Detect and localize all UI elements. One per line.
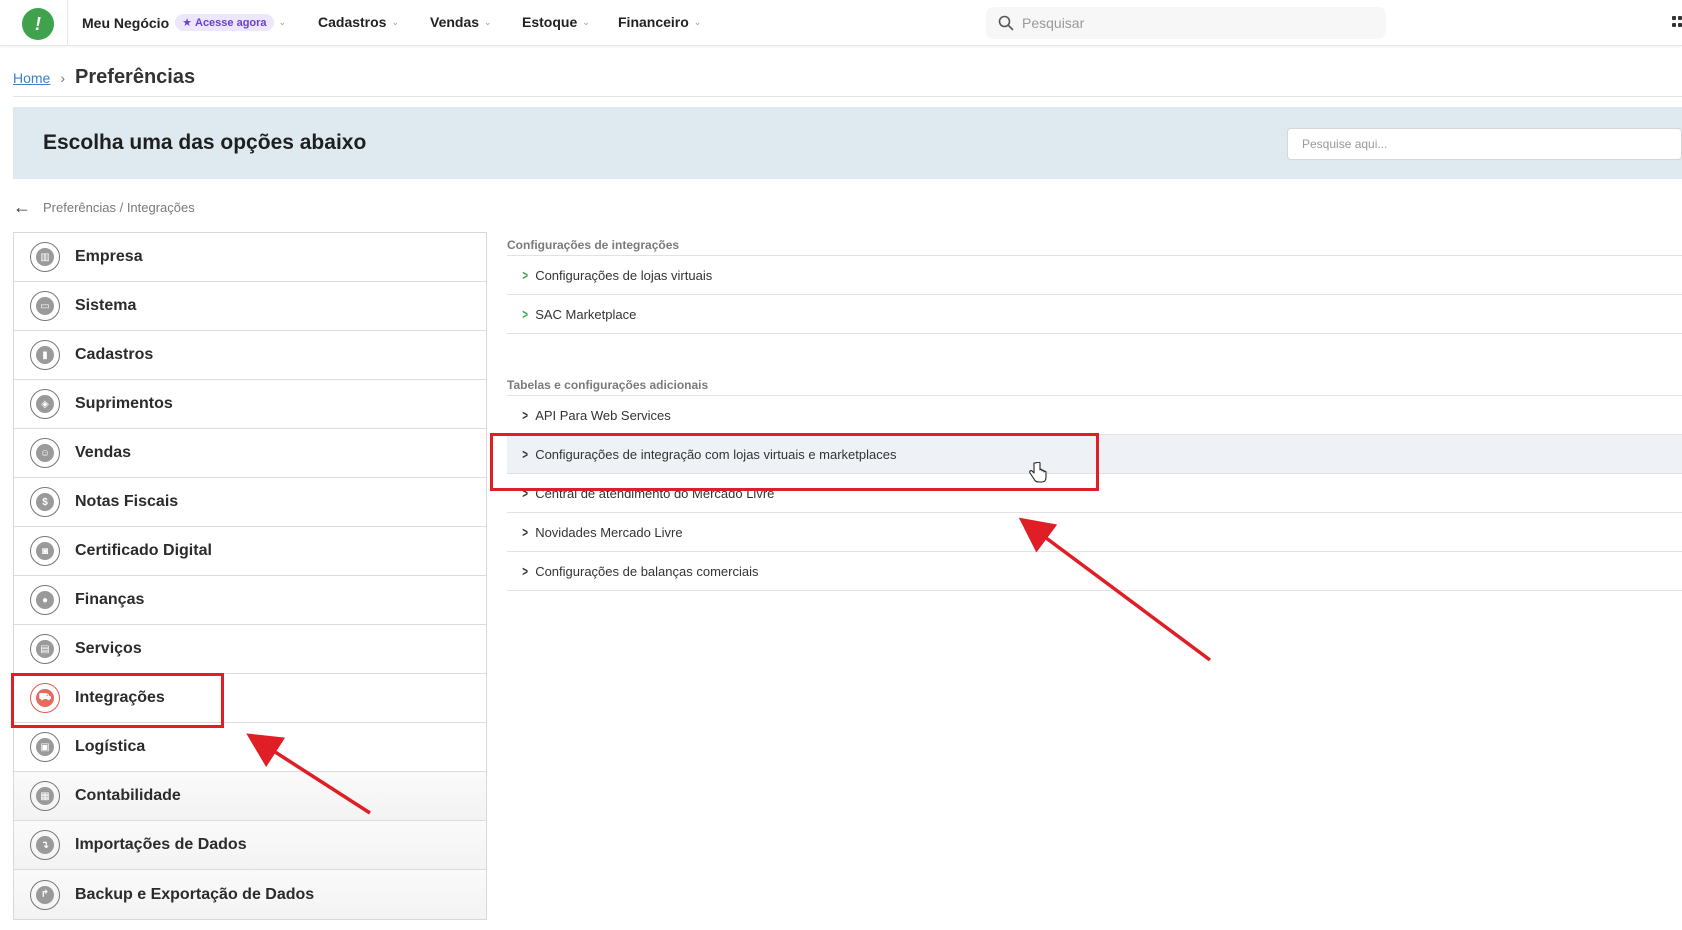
hand-pointer-icon bbox=[1029, 462, 1047, 483]
annotation-arrows bbox=[246, 517, 1212, 815]
arrow-to-integracoes bbox=[246, 733, 371, 815]
arrow-to-config-link bbox=[1018, 517, 1212, 662]
